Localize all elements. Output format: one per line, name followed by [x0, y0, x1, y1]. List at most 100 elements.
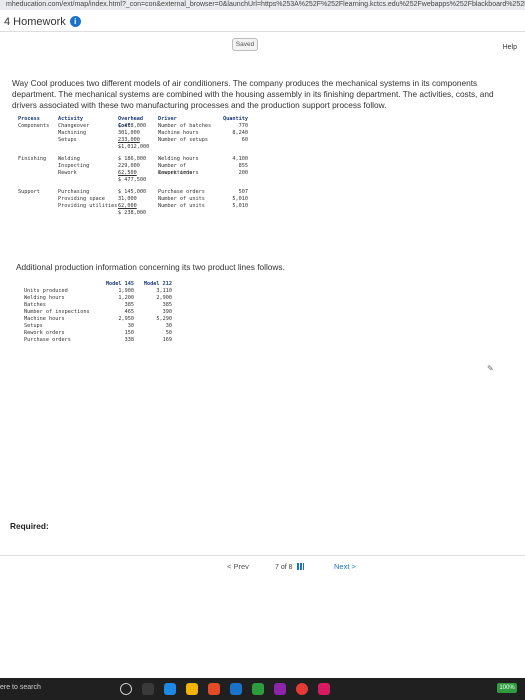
- table-header-row: Model 145 Model 212: [24, 281, 324, 288]
- taskbar-app-icon[interactable]: [142, 683, 154, 695]
- quantity-cell: 507: [238, 189, 248, 195]
- header-driver: Driver: [158, 116, 177, 122]
- header-label: [24, 281, 104, 288]
- total-row: $1,012,000: [18, 144, 488, 151]
- model-145-cell: 338: [124, 337, 134, 343]
- driver-cell: Rework orders: [158, 170, 199, 176]
- file-explorer-icon[interactable]: [186, 683, 198, 695]
- next-button[interactable]: Next >: [334, 562, 356, 571]
- table-row: Rework orders 150 50: [24, 330, 324, 337]
- taskbar-icons: [120, 683, 330, 695]
- total-cell: $ 477,500: [118, 177, 147, 183]
- activity-cost-table: Process Activity Overhead Cost Driver Qu…: [18, 116, 488, 217]
- page-current: 7: [275, 564, 279, 571]
- header-process: Process: [18, 116, 40, 122]
- total-row: $ 238,000: [18, 210, 488, 217]
- quantity-cell: 60: [241, 137, 248, 143]
- table-row: Number of inspections 465 390: [24, 309, 324, 316]
- process-cell: Finishing: [18, 156, 47, 162]
- cost-cell: 301,000: [118, 130, 140, 136]
- table-row: Batches 385 385: [24, 302, 324, 309]
- taskbar-search-input[interactable]: ere to search: [0, 684, 41, 691]
- problem-intro-text: Way Cool produces two different models o…: [12, 78, 494, 110]
- prev-button[interactable]: < Prev: [227, 562, 249, 571]
- row-label: Batches: [24, 302, 46, 308]
- total-cell: $1,012,000: [118, 144, 150, 150]
- activity-cell: Changeover: [58, 123, 90, 129]
- cost-cell: $ 145,000: [118, 189, 147, 195]
- table-row: Setups 30 30: [24, 323, 324, 330]
- quantity-cell: 200: [238, 170, 248, 176]
- table-row: Inspecting 229,000 Number of inspections…: [18, 163, 488, 176]
- header-quantity: Quantity: [223, 116, 248, 122]
- info-icon[interactable]: i: [69, 16, 81, 27]
- page-indicator[interactable]: 7 of 8: [275, 563, 304, 571]
- chrome-icon[interactable]: [296, 683, 308, 695]
- table-row: Providing utilities 62,000 Number of uni…: [18, 203, 488, 210]
- model-145-cell: 385: [124, 302, 134, 308]
- model-212-cell: 390: [162, 309, 172, 315]
- quantity-cell: 855: [238, 163, 248, 169]
- header-activity: Activity: [58, 116, 83, 122]
- store-icon[interactable]: [252, 683, 264, 695]
- row-label: Setups: [24, 323, 43, 329]
- model-145-cell: 2,950: [118, 316, 134, 322]
- table-row: Support Purchasing $ 145,000 Purchase or…: [18, 189, 488, 196]
- model-145-cell: 30: [127, 323, 134, 329]
- table-row: Providing space 31,000 Number of units 5…: [18, 196, 488, 203]
- table-row: Rework 62,500 Rework orders 200: [18, 170, 488, 177]
- task-view-icon[interactable]: [120, 683, 132, 695]
- edge-icon[interactable]: [164, 683, 176, 695]
- activity-cell: Inspecting: [58, 163, 90, 169]
- activity-cell: Setups: [58, 137, 77, 143]
- app-icon[interactable]: [318, 683, 330, 695]
- header-model-212: Model 212: [143, 281, 172, 287]
- homework-header: 4 Homework i: [0, 14, 525, 32]
- row-label: Purchase orders: [24, 337, 71, 343]
- teams-icon[interactable]: [274, 683, 286, 695]
- table-row: Finishing Welding $ 186,000 Welding hour…: [18, 156, 488, 163]
- cost-cell: $ 478,000: [118, 123, 147, 129]
- page-sep: of: [280, 564, 287, 571]
- model-145-cell: 150: [124, 330, 134, 336]
- table-row: Components Changeover $ 478,000 Number o…: [18, 123, 488, 130]
- cost-cell: 233,000: [118, 137, 140, 143]
- pencil-icon[interactable]: ✎: [487, 364, 494, 373]
- driver-cell: Machine hours: [158, 130, 199, 136]
- model-212-cell: 50: [165, 330, 172, 336]
- total-cell: $ 238,000: [118, 210, 147, 216]
- row-label: Machine hours: [24, 316, 65, 322]
- model-212-cell: 385: [162, 302, 172, 308]
- row-label: Units produced: [24, 288, 68, 294]
- browser-url-bar[interactable]: mheducation.com/ext/map/index.html?_con=…: [0, 0, 525, 10]
- table-row: Setups 233,000 Number of setups 60: [18, 137, 488, 144]
- model-145-cell: 1,200: [118, 295, 134, 301]
- zoom-badge: 100%: [497, 683, 517, 693]
- table-row: Units produced 1,900 3,110: [24, 288, 324, 295]
- additional-info-text: Additional production information concer…: [16, 262, 285, 272]
- quantity-cell: 8,240: [232, 130, 248, 136]
- help-link[interactable]: Help: [503, 44, 517, 51]
- office-icon[interactable]: [208, 683, 220, 695]
- driver-cell: Number of setups: [158, 137, 208, 143]
- activity-cell: Purchasing: [58, 189, 90, 195]
- saved-button[interactable]: Saved: [232, 38, 258, 51]
- activity-cell: Providing utilities: [58, 203, 118, 209]
- mail-icon[interactable]: [230, 683, 242, 695]
- model-212-cell: 2,900: [156, 295, 172, 301]
- model-145-cell: 465: [124, 309, 134, 315]
- grid-icon[interactable]: [296, 563, 304, 570]
- question-navigation: < Prev 7 of 8 Next >: [0, 555, 525, 577]
- driver-cell: Number of inspections: [158, 163, 193, 176]
- cost-cell: 62,000: [118, 203, 137, 209]
- cost-cell: $ 186,000: [118, 156, 147, 162]
- header-overhead-cost: Overhead Cost: [118, 116, 143, 129]
- homework-title: 4 Homework i: [4, 16, 81, 28]
- activity-cell: Welding: [58, 156, 80, 162]
- model-145-cell: 1,900: [118, 288, 134, 294]
- row-label: Welding hours: [24, 295, 65, 301]
- model-212-cell: 169: [162, 337, 172, 343]
- activity-cell: Providing space: [58, 196, 105, 202]
- cost-cell: 229,000: [118, 163, 140, 169]
- activity-cell: Rework: [58, 170, 77, 176]
